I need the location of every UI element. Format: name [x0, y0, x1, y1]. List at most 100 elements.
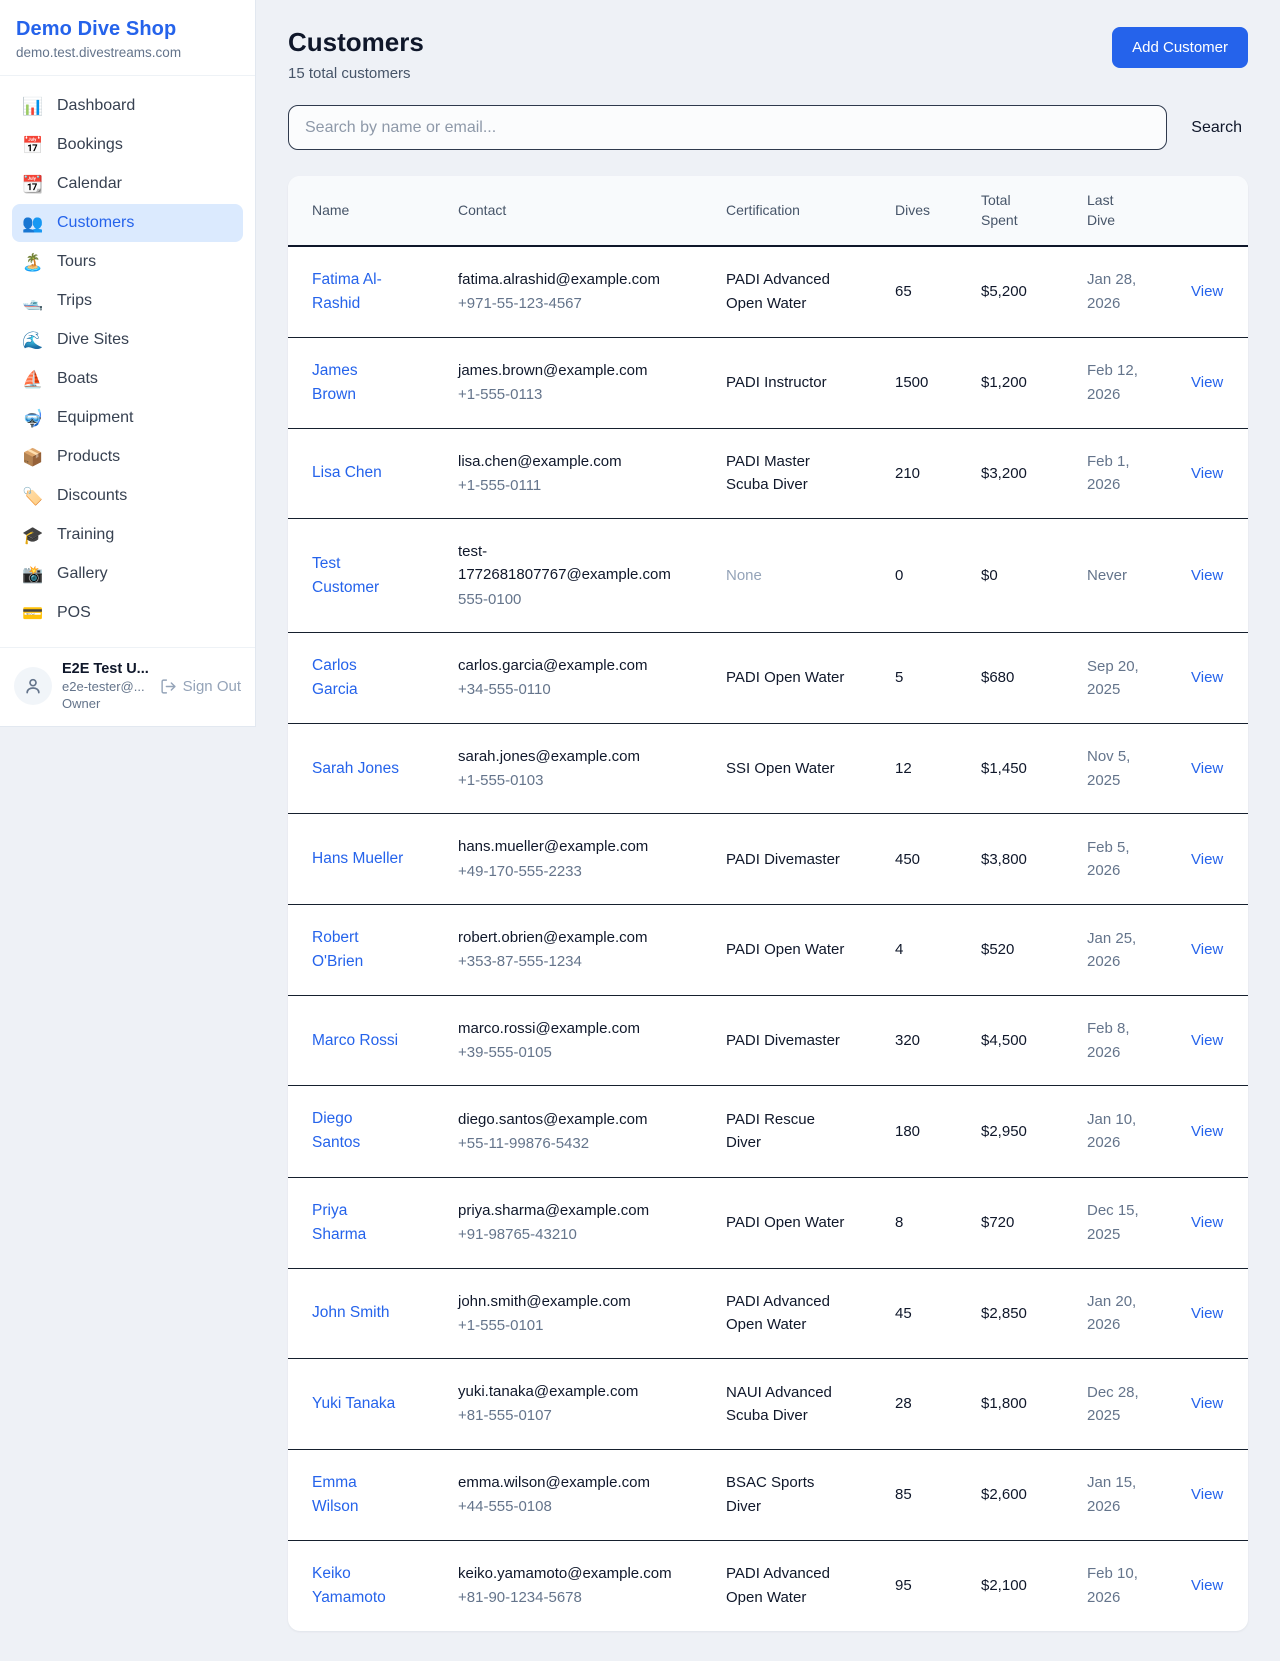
island-icon: 🏝️	[22, 254, 44, 271]
customer-name-link[interactable]: Sarah Jones	[312, 757, 399, 781]
customer-name-link[interactable]: Carlos Garcia	[312, 654, 404, 702]
sidebar-item-dive-sites[interactable]: 🌊 Dive Sites	[12, 321, 243, 359]
customer-email: sarah.jones@example.com	[458, 745, 686, 768]
customer-email: priya.sharma@example.com	[458, 1199, 686, 1222]
customers-table-card: NameContactCertificationDivesTotal Spent…	[288, 176, 1248, 1631]
view-customer-link[interactable]: View	[1191, 1032, 1223, 1049]
sidebar-item-trips[interactable]: 🛥️ Trips	[12, 282, 243, 320]
add-customer-button[interactable]: Add Customer	[1112, 27, 1248, 68]
search-input[interactable]	[288, 105, 1167, 150]
customer-certification: PADI Advanced Open Water	[726, 1290, 848, 1337]
customer-email: yuki.tanaka@example.com	[458, 1380, 686, 1403]
column-header-contact: Contact	[446, 176, 714, 246]
view-customer-link[interactable]: View	[1191, 941, 1223, 958]
customer-name-link[interactable]: Marco Rossi	[312, 1029, 398, 1053]
customer-certification: BSAC Sports Diver	[726, 1471, 848, 1518]
customer-dives: 5	[895, 669, 903, 686]
customer-email: james.brown@example.com	[458, 359, 686, 382]
calendar-date-icon: 📅	[22, 137, 44, 154]
customer-dives: 450	[895, 851, 920, 868]
view-customer-link[interactable]: View	[1191, 760, 1223, 777]
customer-name-link[interactable]: Lisa Chen	[312, 461, 382, 485]
sidebar-item-tours[interactable]: 🏝️ Tours	[12, 243, 243, 281]
table-header: NameContactCertificationDivesTotal Spent…	[288, 176, 1248, 246]
customer-row: John Smith john.smith@example.com +1-555…	[288, 1268, 1248, 1359]
view-customer-link[interactable]: View	[1191, 283, 1223, 300]
sidebar-item-bookings[interactable]: 📅 Bookings	[12, 126, 243, 164]
customer-email: fatima.alrashid@example.com	[458, 268, 686, 291]
customer-phone: +353-87-555-1234	[458, 950, 702, 973]
sign-out-icon	[160, 678, 177, 695]
view-customer-link[interactable]: View	[1191, 1395, 1223, 1412]
customer-name-link[interactable]: Hans Mueller	[312, 847, 403, 871]
customer-certification: PADI Open Water	[726, 938, 844, 961]
view-customer-link[interactable]: View	[1191, 567, 1223, 584]
view-customer-link[interactable]: View	[1191, 374, 1223, 391]
customer-total-spent: $3,200	[981, 465, 1027, 482]
view-customer-link[interactable]: View	[1191, 1214, 1223, 1231]
sidebar-item-discounts[interactable]: 🏷️ Discounts	[12, 477, 243, 515]
sidebar-item-gallery[interactable]: 📸 Gallery	[12, 555, 243, 593]
customer-row: James Brown james.brown@example.com +1-5…	[288, 337, 1248, 428]
customer-last-dive: Dec 28, 2025	[1087, 1381, 1149, 1428]
customers-table-body: Fatima Al-Rashid fatima.alrashid@example…	[288, 246, 1248, 1631]
customer-certification: PADI Open Water	[726, 1211, 844, 1234]
customer-dives: 180	[895, 1123, 920, 1140]
search-button[interactable]: Search	[1185, 115, 1248, 141]
customer-dives: 8	[895, 1214, 903, 1231]
customer-name-link[interactable]: Robert O'Brien	[312, 926, 404, 974]
customer-last-dive: Sep 20, 2025	[1087, 655, 1149, 702]
customer-last-dive: Jan 10, 2026	[1087, 1108, 1149, 1155]
credit-card-icon: 💳	[22, 605, 44, 622]
customer-row: Robert O'Brien robert.obrien@example.com…	[288, 904, 1248, 995]
view-customer-link[interactable]: View	[1191, 1577, 1223, 1594]
view-customer-link[interactable]: View	[1191, 1486, 1223, 1503]
customer-certification: PADI Divemaster	[726, 848, 840, 871]
sidebar-item-products[interactable]: 📦 Products	[12, 438, 243, 476]
customer-name-link[interactable]: James Brown	[312, 359, 404, 407]
customer-name-link[interactable]: Diego Santos	[312, 1107, 404, 1155]
customer-dives: 210	[895, 465, 920, 482]
sidebar-item-calendar[interactable]: 📆 Calendar	[12, 165, 243, 203]
view-customer-link[interactable]: View	[1191, 1305, 1223, 1322]
sidebar-item-equipment[interactable]: 🤿 Equipment	[12, 399, 243, 437]
customer-dives: 0	[895, 567, 903, 584]
customer-total-spent: $2,100	[981, 1577, 1027, 1594]
customer-phone: +971-55-123-4567	[458, 292, 702, 315]
motorboat-icon: 🛥️	[22, 293, 44, 310]
view-customer-link[interactable]: View	[1191, 1123, 1223, 1140]
customer-email: hans.mueller@example.com	[458, 835, 686, 858]
customer-name-link[interactable]: Fatima Al-Rashid	[312, 268, 404, 316]
customer-phone: +81-555-0107	[458, 1404, 702, 1427]
customer-name-link[interactable]: Yuki Tanaka	[312, 1392, 395, 1416]
customer-row: Test Customer test-1772681807767@example…	[288, 519, 1248, 633]
customer-phone: +39-555-0105	[458, 1041, 702, 1064]
customer-phone: +34-555-0110	[458, 678, 702, 701]
sailboat-icon: ⛵	[22, 371, 44, 388]
view-customer-link[interactable]: View	[1191, 851, 1223, 868]
sign-out-label: Sign Out	[183, 678, 241, 695]
user-role: Owner	[62, 696, 150, 711]
customer-dives: 45	[895, 1305, 912, 1322]
view-customer-link[interactable]: View	[1191, 465, 1223, 482]
sidebar-item-boats[interactable]: ⛵ Boats	[12, 360, 243, 398]
customer-name-link[interactable]: Priya Sharma	[312, 1199, 404, 1247]
column-header-total-spent: Total Spent	[969, 176, 1075, 246]
sidebar-item-customers[interactable]: 👥 Customers	[12, 204, 243, 242]
customer-last-dive: Feb 5, 2026	[1087, 836, 1149, 883]
customer-name-link[interactable]: Keiko Yamamoto	[312, 1562, 404, 1610]
sidebar-item-dashboard[interactable]: 📊 Dashboard	[12, 87, 243, 125]
customer-name-link[interactable]: Emma Wilson	[312, 1471, 404, 1519]
view-customer-link[interactable]: View	[1191, 669, 1223, 686]
customer-total-spent: $4,500	[981, 1032, 1027, 1049]
customer-certification: SSI Open Water	[726, 757, 835, 780]
customer-name-link[interactable]: Test Customer	[312, 552, 404, 600]
customer-certification: None	[726, 564, 762, 587]
customer-phone: +55-11-99876-5432	[458, 1132, 702, 1155]
customer-total-spent: $1,200	[981, 374, 1027, 391]
sidebar-item-pos[interactable]: 💳 POS	[12, 594, 243, 632]
customer-name-link[interactable]: John Smith	[312, 1301, 390, 1325]
sidebar-item-training[interactable]: 🎓 Training	[12, 516, 243, 554]
sign-out-button[interactable]: Sign Out	[160, 678, 241, 695]
customer-last-dive: Nov 5, 2025	[1087, 745, 1149, 792]
